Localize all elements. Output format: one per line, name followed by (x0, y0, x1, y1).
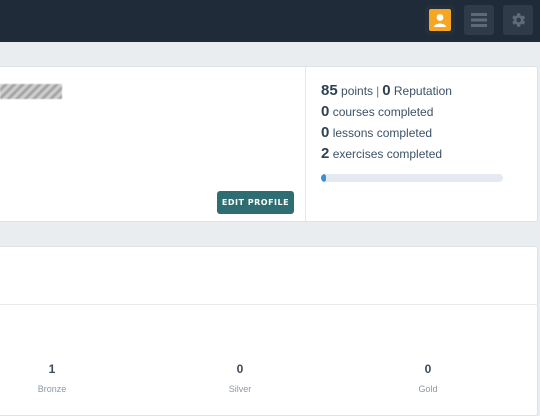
points-reputation-line: 85 points | 0 Reputation (321, 82, 452, 99)
stat-separator: | (376, 84, 380, 98)
lessons-line: 0 lessons completed (321, 124, 432, 141)
badge-count: 0 (236, 362, 244, 376)
progress-bar-fill (321, 174, 327, 182)
badge-bronze: 1 Bronze (12, 362, 92, 394)
exercises-line: 2 exercises completed (321, 145, 442, 162)
card-divider (305, 67, 306, 221)
badge-silver: 0 Silver (200, 362, 280, 394)
reputation-value: 0 (382, 82, 391, 99)
lessons-label: lessons completed (332, 126, 433, 140)
menu-icon (471, 13, 487, 27)
badge-label: Gold (418, 384, 438, 394)
edit-profile-button[interactable]: EDIT PROFILE (217, 191, 294, 214)
top-navigation-bar (0, 0, 540, 42)
points-value: 85 (321, 82, 338, 99)
badge-label: Bronze (37, 384, 67, 394)
menu-button[interactable] (464, 5, 494, 35)
courses-line: 0 courses completed (321, 103, 433, 120)
lessons-value: 0 (321, 124, 330, 141)
username-redacted (0, 84, 62, 99)
exercises-value: 2 (321, 145, 330, 162)
courses-value: 0 (321, 103, 330, 120)
gear-icon (512, 13, 526, 27)
exercises-label: exercises completed (332, 147, 443, 161)
profile-icon (429, 9, 451, 31)
progress-bar (321, 174, 503, 182)
profile-button[interactable] (425, 5, 455, 35)
settings-button[interactable] (503, 5, 533, 35)
badge-gold: 0 Gold (388, 362, 468, 394)
badge-count: 0 (424, 362, 432, 376)
courses-label: courses completed (332, 105, 434, 119)
points-label: points (341, 84, 374, 98)
reputation-label: Reputation (393, 84, 452, 98)
badge-label: Silver (228, 384, 252, 394)
badge-count: 1 (48, 362, 56, 376)
badges-divider (0, 304, 538, 305)
